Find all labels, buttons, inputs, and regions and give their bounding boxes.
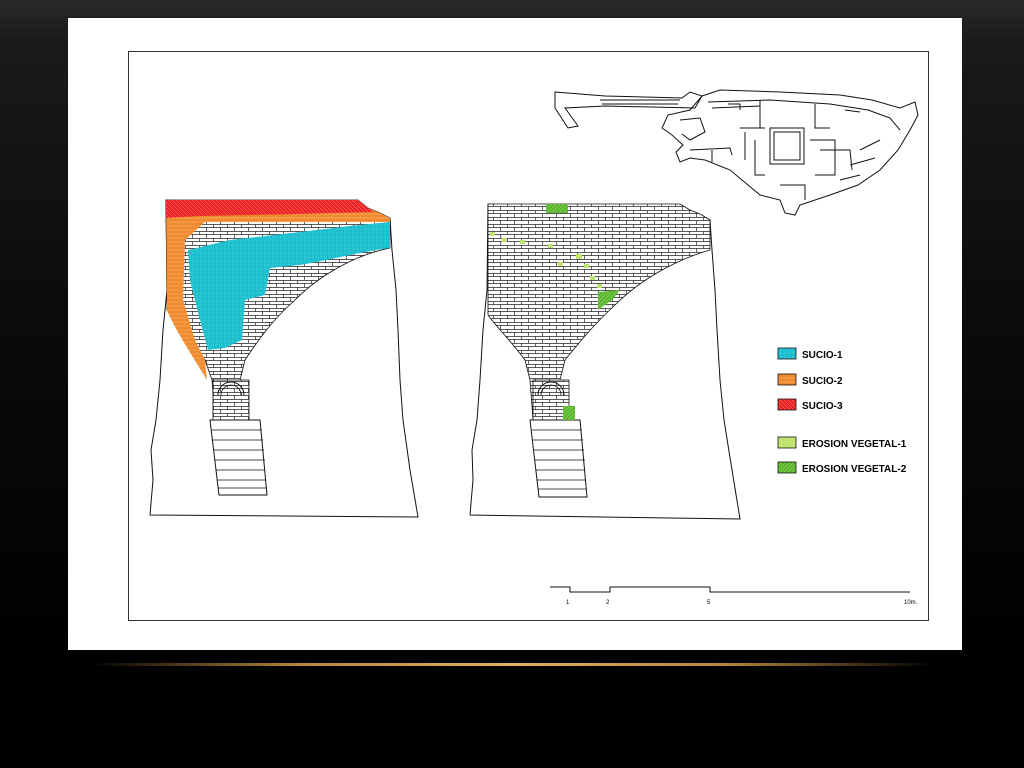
site-plan: [554, 89, 919, 216]
scale-label-5: 5: [707, 600, 711, 606]
scale-bar: 1 2 5 10m.: [550, 586, 918, 606]
legend-label: SUCIO-2: [802, 376, 843, 387]
scale-label-10m: 10m.: [904, 600, 918, 606]
legend-swatch: [777, 461, 797, 474]
legend-swatch: [777, 398, 797, 411]
right-elevation: [469, 203, 741, 520]
legend-item-sucio-1: SUCIO-1: [777, 347, 843, 361]
scale-label-2: 2: [606, 600, 610, 606]
legend-label: SUCIO-3: [802, 401, 843, 412]
legend-swatch: [777, 373, 797, 386]
legend-label: EROSION VEGETAL-1: [802, 439, 907, 450]
legend-item-erosion-vegetal-1: EROSION VEGETAL-1: [777, 436, 907, 450]
legend-swatch: [777, 347, 797, 360]
vegetal-erosion-patch: [563, 406, 575, 420]
vegetal-erosion-patch: [546, 204, 568, 213]
legend-label: SUCIO-1: [802, 350, 843, 361]
legend-item-erosion-vegetal-2: EROSION VEGETAL-2: [777, 461, 907, 475]
legend-item-sucio-3: SUCIO-3: [777, 398, 843, 412]
legend-swatch: [777, 436, 797, 449]
legend: SUCIO-1 SUCIO-2 SUCIO-3 EROSION VEGETAL-…: [777, 347, 907, 475]
scale-label-1: 1: [566, 600, 570, 606]
left-elevation: [149, 199, 419, 518]
architectural-drawing: SUCIO-1 SUCIO-2 SUCIO-3 EROSION VEGETAL-…: [149, 89, 919, 606]
legend-label: EROSION VEGETAL-2: [802, 464, 907, 475]
legend-item-sucio-2: SUCIO-2: [777, 373, 843, 387]
